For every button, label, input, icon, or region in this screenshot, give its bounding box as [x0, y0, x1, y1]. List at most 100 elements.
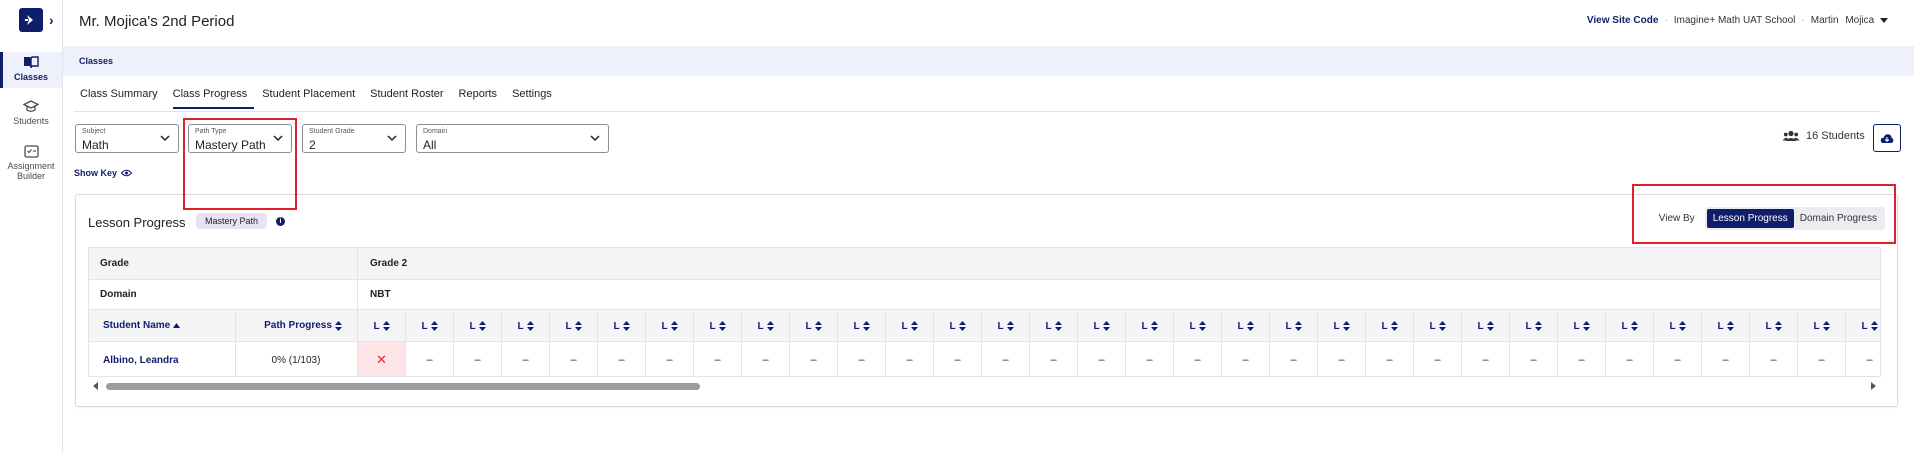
lesson-column-header[interactable]: L — [981, 310, 1029, 342]
app-logo[interactable] — [19, 8, 43, 32]
lesson-cell[interactable]: – — [453, 342, 501, 376]
lesson-column-header[interactable]: L — [1029, 310, 1077, 342]
lesson-cell[interactable]: – — [741, 342, 789, 376]
lesson-column-header[interactable]: L — [453, 310, 501, 342]
lesson-cell[interactable]: – — [885, 342, 933, 376]
lesson-cell[interactable]: – — [1317, 342, 1365, 376]
horizontal-scrollbar[interactable] — [88, 381, 1881, 391]
lesson-column-header[interactable]: L — [789, 310, 837, 342]
lesson-column-header[interactable]: L — [1125, 310, 1173, 342]
sidebar-item-students[interactable]: Students — [0, 100, 62, 130]
sidebar-item-assignment-builder[interactable]: Assignment Builder — [0, 145, 62, 185]
sort-icon — [1726, 321, 1734, 331]
lesson-cell[interactable]: – — [933, 342, 981, 376]
lesson-cell[interactable]: – — [1221, 342, 1269, 376]
lesson-column-header[interactable]: L — [1797, 310, 1845, 342]
view-site-code-link[interactable]: View Site Code — [1587, 15, 1659, 26]
lesson-column-header[interactable]: L — [501, 310, 549, 342]
lesson-column-header[interactable]: L — [1269, 310, 1317, 342]
subject-label: Subject — [82, 128, 106, 135]
lesson-column-header[interactable]: L — [357, 310, 405, 342]
tab-settings[interactable]: Settings — [512, 88, 559, 109]
lesson-column-header[interactable]: L — [1749, 310, 1797, 342]
lesson-column-header[interactable]: L — [1845, 310, 1880, 342]
lesson-cell[interactable]: – — [597, 342, 645, 376]
lesson-cell[interactable]: – — [1125, 342, 1173, 376]
lesson-cell[interactable]: – — [1029, 342, 1077, 376]
scroll-right-arrow-icon[interactable] — [1871, 382, 1876, 390]
user-menu[interactable]: Martin Mojica — [1811, 15, 1888, 26]
lesson-cell[interactable]: – — [1749, 342, 1797, 376]
checklist-icon — [23, 145, 39, 158]
lesson-column-header[interactable]: L — [1077, 310, 1125, 342]
scrollbar-thumb[interactable] — [106, 383, 700, 390]
lesson-column-header[interactable]: L — [1557, 310, 1605, 342]
show-key-toggle[interactable]: Show Key — [74, 168, 133, 178]
lesson-column-header[interactable]: L — [1509, 310, 1557, 342]
lesson-column-header[interactable]: L — [1221, 310, 1269, 342]
lesson-cell[interactable]: – — [1845, 342, 1880, 376]
lesson-column-header[interactable]: L — [693, 310, 741, 342]
lesson-cell-failed[interactable]: ✕ — [357, 342, 405, 376]
domain-select[interactable]: Domain All — [416, 124, 609, 153]
student-name-header[interactable]: Student Name — [103, 310, 181, 341]
lesson-column-header[interactable]: L — [597, 310, 645, 342]
lesson-column-header[interactable]: L — [645, 310, 693, 342]
tab-class-progress[interactable]: Class Progress — [172, 88, 255, 109]
lesson-column-header[interactable]: L — [837, 310, 885, 342]
lesson-cell[interactable]: – — [1173, 342, 1221, 376]
tab-class-summary[interactable]: Class Summary — [80, 88, 165, 109]
lesson-column-header[interactable]: L — [885, 310, 933, 342]
lesson-column-header[interactable]: L — [933, 310, 981, 342]
tab-student-placement[interactable]: Student Placement — [262, 88, 362, 109]
lesson-cell[interactable]: – — [1797, 342, 1845, 376]
tab-student-roster[interactable]: Student Roster — [370, 88, 450, 109]
student-grade-select[interactable]: Student Grade 2 — [302, 124, 406, 153]
lesson-cell[interactable]: – — [837, 342, 885, 376]
view-by-domain-progress[interactable]: Domain Progress — [1794, 209, 1883, 228]
lesson-cell[interactable]: – — [1461, 342, 1509, 376]
expand-sidebar-chevron-icon[interactable]: › — [49, 12, 54, 28]
lesson-cell[interactable]: – — [1605, 342, 1653, 376]
lesson-column-header-label: L — [1669, 320, 1676, 332]
path-progress-header[interactable]: Path Progress — [249, 310, 357, 341]
lesson-cell[interactable]: – — [645, 342, 693, 376]
lesson-column-header[interactable]: L — [1365, 310, 1413, 342]
lesson-column-header[interactable]: L — [549, 310, 597, 342]
student-name-header-label: Student Name — [103, 320, 171, 331]
student-name-link[interactable]: Albino, Leandra — [103, 342, 179, 376]
lesson-column-header[interactable]: L — [1173, 310, 1221, 342]
path-type-select[interactable]: Path Type Mastery Path — [188, 124, 292, 153]
sidebar-item-classes[interactable]: Classes — [0, 52, 62, 88]
lesson-column-header[interactable]: L — [1605, 310, 1653, 342]
lesson-cell[interactable]: – — [789, 342, 837, 376]
lesson-cell[interactable]: – — [1269, 342, 1317, 376]
lesson-cell[interactable]: – — [549, 342, 597, 376]
lesson-cell[interactable]: – — [1653, 342, 1701, 376]
lesson-cell[interactable]: – — [1365, 342, 1413, 376]
lesson-column-header[interactable]: L — [1701, 310, 1749, 342]
lesson-cell[interactable]: – — [1509, 342, 1557, 376]
tab-reports[interactable]: Reports — [459, 88, 505, 109]
lesson-column-header[interactable]: L — [741, 310, 789, 342]
lesson-column-header[interactable]: L — [1653, 310, 1701, 342]
lesson-column-header[interactable]: L — [1461, 310, 1509, 342]
download-button[interactable] — [1873, 124, 1901, 152]
scroll-left-arrow-icon[interactable] — [93, 382, 98, 390]
info-icon[interactable]: i — [276, 217, 285, 226]
view-by-lesson-progress[interactable]: Lesson Progress — [1706, 209, 1794, 228]
lesson-cell[interactable]: – — [501, 342, 549, 376]
subject-select[interactable]: Subject Math — [75, 124, 179, 153]
lesson-cell[interactable]: – — [1077, 342, 1125, 376]
lesson-cell[interactable]: – — [693, 342, 741, 376]
lesson-cell[interactable]: – — [981, 342, 1029, 376]
lesson-cell[interactable]: – — [1701, 342, 1749, 376]
breadcrumb[interactable]: Classes — [79, 56, 113, 66]
lesson-column-header[interactable]: L — [1317, 310, 1365, 342]
lesson-column-header[interactable]: L — [405, 310, 453, 342]
lesson-cell[interactable]: – — [1413, 342, 1461, 376]
sort-icon — [526, 321, 534, 331]
lesson-cell[interactable]: – — [1557, 342, 1605, 376]
lesson-cell[interactable]: – — [405, 342, 453, 376]
lesson-column-header[interactable]: L — [1413, 310, 1461, 342]
